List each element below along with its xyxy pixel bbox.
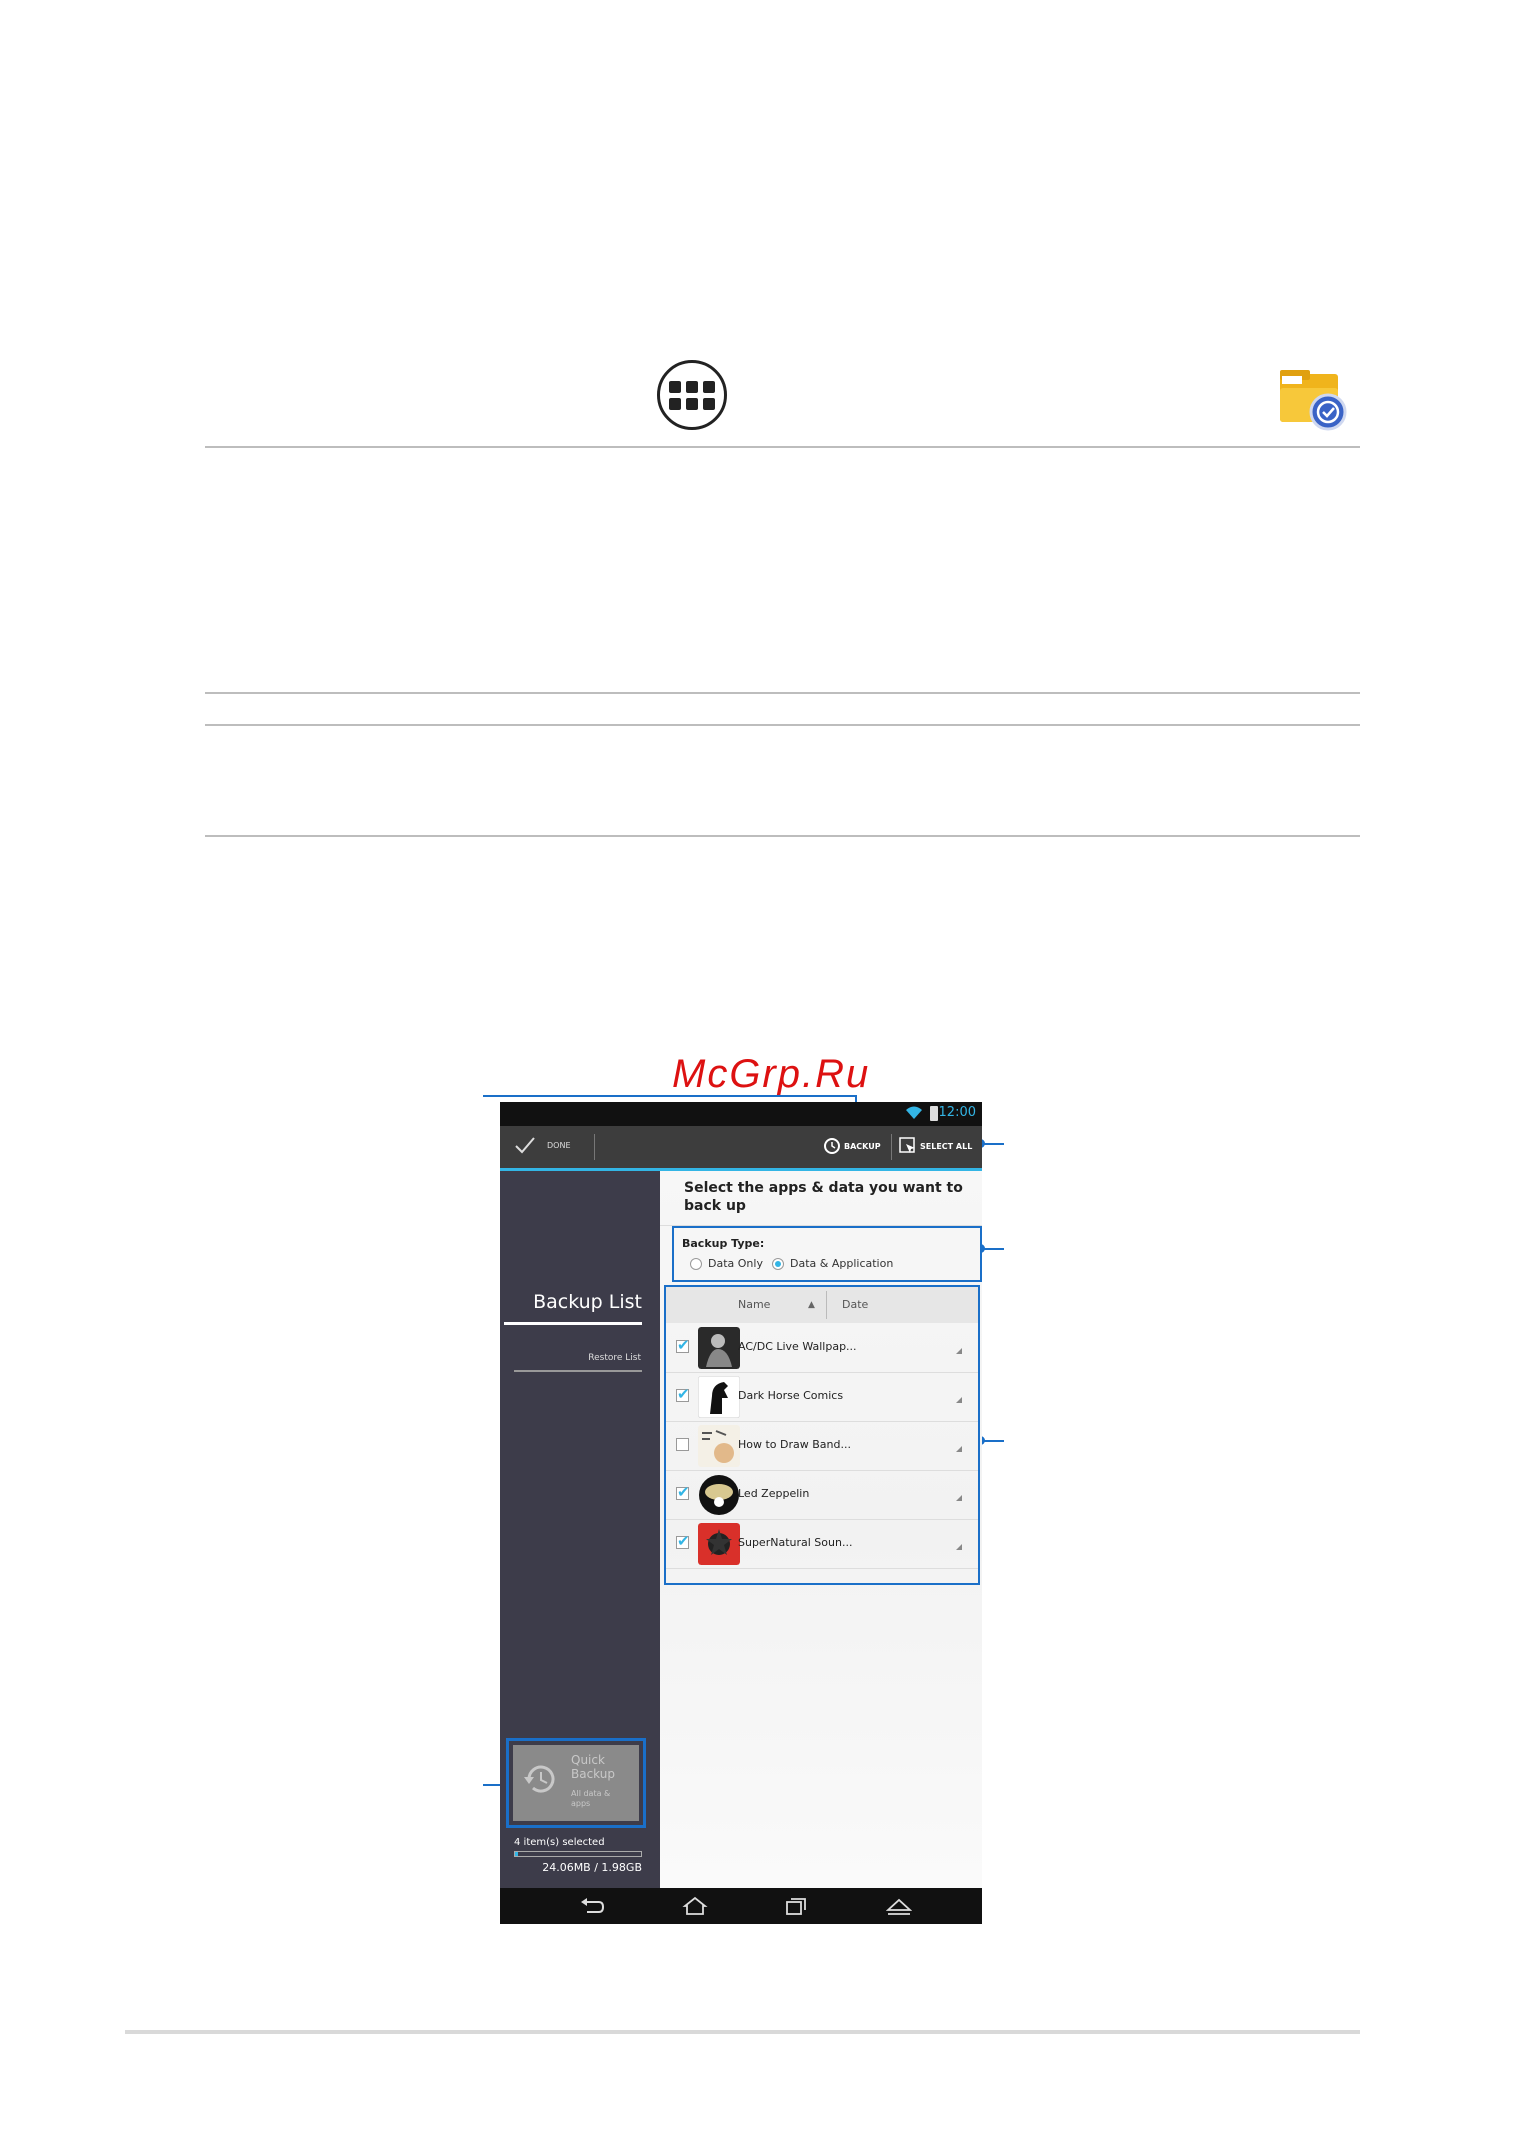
status-time: 12:00: [938, 1105, 976, 1120]
list-item[interactable]: Led Zeppelin: [666, 1471, 978, 1520]
radio-label: Data & Application: [790, 1257, 894, 1270]
dark-horse-app-icon: [698, 1376, 740, 1418]
divider: [826, 1291, 827, 1319]
storage-bar: [514, 1851, 642, 1857]
checkbox[interactable]: [676, 1438, 689, 1451]
backup-app-screen: 12:00 DONE BACKUP SELECT ALL Backup List…: [500, 1102, 982, 1924]
sort-ascending-icon[interactable]: ▲: [808, 1300, 815, 1310]
list-item[interactable]: Dark Horse Comics: [666, 1373, 978, 1422]
checkbox[interactable]: [676, 1532, 690, 1550]
quick-backup-button[interactable]: Quick Backup All data & apps: [513, 1745, 639, 1821]
radio-button[interactable]: [772, 1257, 784, 1270]
expand-arrow-icon[interactable]: [956, 1348, 962, 1354]
backup-label: BACKUP: [844, 1142, 881, 1151]
select-all-label: SELECT ALL: [920, 1142, 973, 1151]
selected-tab-indicator: [504, 1322, 642, 1325]
selected-count: 4 item(s) selected: [514, 1837, 605, 1848]
expand-arrow-icon[interactable]: [956, 1397, 962, 1403]
all-apps-icon: [657, 360, 727, 430]
callout-line-app-list: [982, 1440, 1004, 1442]
how-to-draw-app-icon: [698, 1425, 740, 1467]
divider: [594, 1134, 595, 1160]
select-all-icon: [899, 1137, 915, 1153]
back-icon[interactable]: [579, 1896, 605, 1916]
app-name: SuperNatural Soun...: [738, 1536, 853, 1549]
expand-arrow-icon[interactable]: [956, 1446, 962, 1452]
app-name: Dark Horse Comics: [738, 1389, 844, 1402]
divider: [205, 724, 1360, 726]
app-name: How to Draw Band...: [738, 1438, 851, 1451]
quick-backup-icon: [524, 1765, 555, 1793]
column-header-date[interactable]: Date: [842, 1298, 868, 1311]
action-bar: DONE BACKUP SELECT ALL: [500, 1126, 982, 1171]
list-header: Name ▲ Date: [666, 1287, 978, 1323]
storage-size: 24.06MB / 1.98GB: [542, 1861, 642, 1874]
led-zeppelin-app-icon: [699, 1475, 739, 1515]
checkbox[interactable]: [676, 1483, 690, 1501]
watermark: McGrp.Ru: [672, 1052, 871, 1096]
sidebar-item-backup-list[interactable]: Backup List: [500, 1291, 642, 1313]
app-name: AC/DC Live Wallpap...: [738, 1340, 857, 1353]
checkbox[interactable]: [676, 1385, 690, 1403]
sidebar-item-restore-list[interactable]: Restore List: [500, 1353, 641, 1363]
radio-label: Data Only: [708, 1257, 763, 1270]
list-item[interactable]: SuperNatural Soun...: [666, 1520, 978, 1569]
menu-icon[interactable]: [886, 1896, 912, 1916]
home-icon[interactable]: [682, 1896, 708, 1916]
quick-backup-subtitle: All data & apps: [571, 1789, 611, 1808]
backup-type-highlight: [672, 1226, 982, 1282]
status-bar: 12:00: [500, 1102, 982, 1126]
wifi-icon: [906, 1106, 922, 1119]
page-title: Select the apps & data you want to back …: [684, 1180, 963, 1214]
callout-line-backup: [483, 1095, 856, 1097]
radio-data-application[interactable]: Data & Application: [772, 1257, 893, 1270]
callout-line-backup-type: [982, 1248, 1004, 1250]
radio-button[interactable]: [690, 1257, 702, 1270]
divider: [891, 1134, 892, 1160]
expand-arrow-icon[interactable]: [956, 1544, 962, 1550]
list-item[interactable]: AC/DC Live Wallpap...: [666, 1324, 978, 1373]
backup-app-icon: [1280, 370, 1347, 431]
backup-type-label: Backup Type:: [682, 1237, 765, 1250]
battery-icon: [930, 1106, 938, 1121]
divider: [205, 835, 1360, 837]
app-name: Led Zeppelin: [738, 1487, 810, 1500]
callout-line-select-all: [982, 1143, 1004, 1145]
list-item[interactable]: How to Draw Band...: [666, 1422, 978, 1471]
sidebar: Backup List Restore List Quick Backup Al…: [500, 1171, 660, 1888]
supernatural-app-icon: [698, 1523, 740, 1565]
radio-data-only[interactable]: Data Only: [690, 1257, 763, 1270]
expand-arrow-icon[interactable]: [956, 1495, 962, 1501]
recent-apps-icon[interactable]: [783, 1896, 809, 1916]
column-header-name[interactable]: Name: [738, 1298, 770, 1311]
main-content: Select the apps & data you want to back …: [660, 1171, 982, 1888]
backup-button[interactable]: BACKUP: [822, 1134, 888, 1160]
select-all-button[interactable]: SELECT ALL: [898, 1134, 982, 1160]
divider: [205, 692, 1360, 694]
check-icon[interactable]: [514, 1134, 536, 1156]
quick-backup-title: Quick Backup: [571, 1753, 615, 1781]
done-button[interactable]: DONE: [547, 1141, 571, 1150]
navigation-bar: [500, 1888, 982, 1924]
acdc-app-icon: [698, 1327, 740, 1369]
backup-icon: [824, 1138, 840, 1154]
divider: [514, 1370, 642, 1372]
quick-backup-highlight: Quick Backup All data & apps: [506, 1738, 646, 1828]
divider: [205, 446, 1360, 448]
footer-divider: [125, 2030, 1360, 2034]
checkbox[interactable]: [676, 1336, 690, 1354]
